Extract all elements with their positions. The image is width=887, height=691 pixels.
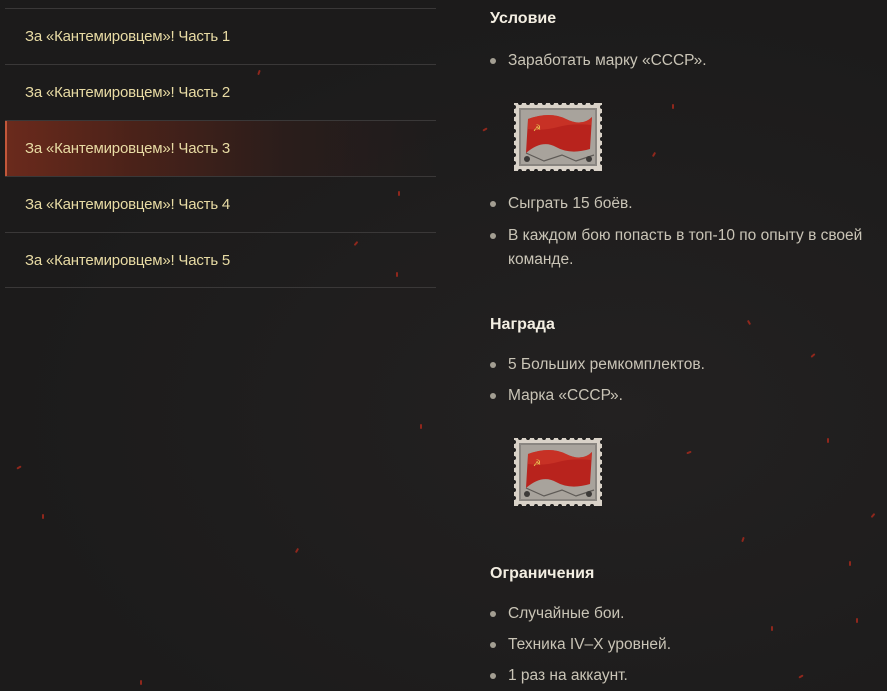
- svg-text:☭: ☭: [533, 459, 541, 469]
- mission-item-label: За «Кантемировцем»! Часть 5: [25, 251, 231, 269]
- reward-item-text: 5 Больших ремкомплектов.: [508, 356, 705, 373]
- restriction-item: Случайные бои.: [490, 602, 887, 626]
- bullet-dot-icon: [490, 58, 496, 64]
- reward-title: Награда: [490, 316, 555, 333]
- bullet-dot-icon: [490, 233, 496, 239]
- reward-item-text: Марка «СССР».: [508, 387, 623, 404]
- bullet-dot-icon: [490, 393, 496, 399]
- restriction-item-text: 1 раз на аккаунт.: [508, 667, 628, 684]
- mission-item-part-5[interactable]: За «Кантемировцем»! Часть 5: [5, 232, 436, 288]
- ussr-flag-stamp-icon: ☭: [514, 103, 602, 171]
- condition-item-text: Сыграть 15 боёв.: [508, 195, 633, 212]
- mission-item-part-1[interactable]: За «Кантемировцем»! Часть 1: [5, 8, 436, 64]
- reward-item: 5 Больших ремкомплектов.: [490, 353, 887, 377]
- mission-item-part-4[interactable]: За «Кантемировцем»! Часть 4: [5, 176, 436, 232]
- restriction-item: Техника IV–X уровней.: [490, 633, 887, 657]
- svg-text:☭: ☭: [533, 124, 541, 134]
- restriction-item-text: Техника IV–X уровней.: [508, 636, 671, 653]
- condition-item-text: Заработать марку «СССР».: [508, 52, 707, 69]
- bullet-dot-icon: [490, 673, 496, 679]
- condition-item: В каждом бою попасть в топ-10 по опыту в…: [490, 224, 887, 272]
- mission-item-part-3[interactable]: За «Кантемировцем»! Часть 3: [5, 120, 436, 176]
- bullet-dot-icon: [490, 611, 496, 617]
- restrictions-title: Ограничения: [490, 565, 595, 582]
- bullet-dot-icon: [490, 362, 496, 368]
- mission-item-label: За «Кантемировцем»! Часть 3: [25, 140, 231, 157]
- mission-list: За «Кантемировцем»! Часть 1 За «Кантемир…: [5, 8, 436, 288]
- mission-item-label: За «Кантемировцем»! Часть 2: [25, 84, 231, 101]
- condition-title: Условие: [490, 10, 557, 27]
- restriction-item-text: Случайные бои.: [508, 605, 625, 622]
- condition-item-text: В каждом бою попасть в топ-10 по опыту в…: [508, 227, 863, 268]
- ussr-flag-stamp-icon: ☭: [514, 438, 602, 506]
- bullet-dot-icon: [490, 642, 496, 648]
- mission-item-label: За «Кантемировцем»! Часть 1: [25, 28, 231, 45]
- condition-item: Сыграть 15 боёв.: [490, 192, 887, 216]
- condition-item: Заработать марку «СССР».: [490, 49, 887, 73]
- bullet-dot-icon: [490, 201, 496, 207]
- reward-item: Марка «СССР».: [490, 384, 887, 408]
- mission-page: За «Кантемировцем»! Часть 1 За «Кантемир…: [0, 0, 887, 691]
- restriction-item: 1 раз на аккаунт.: [490, 664, 887, 688]
- mission-item-part-2[interactable]: За «Кантемировцем»! Часть 2: [5, 64, 436, 120]
- mission-item-label: За «Кантемировцем»! Часть 4: [25, 196, 231, 213]
